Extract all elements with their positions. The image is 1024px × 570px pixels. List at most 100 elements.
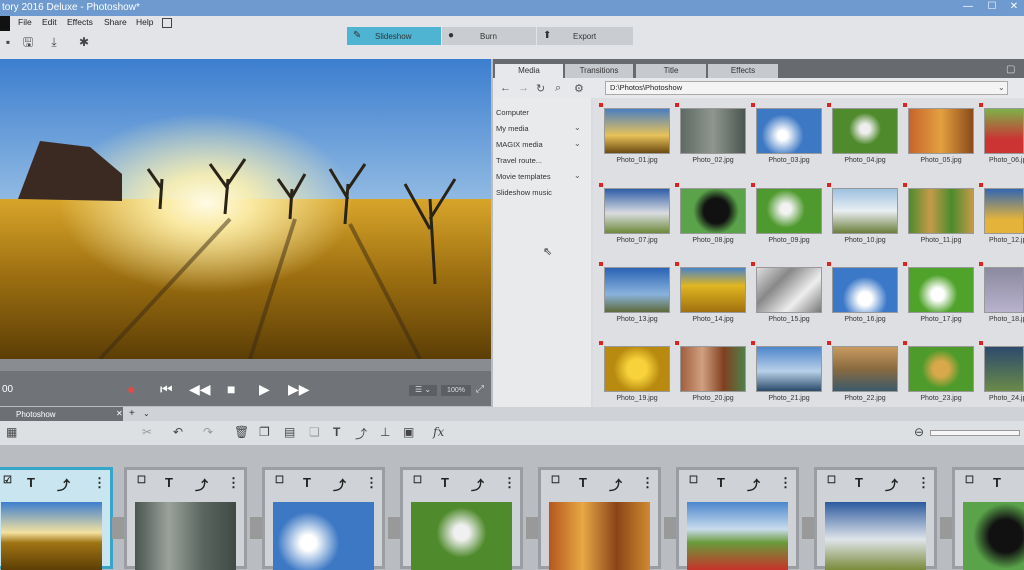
tab-title[interactable]: Title: [636, 64, 706, 78]
tree-item-travel-route[interactable]: Travel route...: [496, 156, 542, 165]
photo-thumb[interactable]: [984, 346, 1024, 392]
photo-thumb[interactable]: [832, 267, 898, 313]
photo-thumb[interactable]: [832, 346, 898, 392]
checkbox-icon[interactable]: ☐: [551, 475, 560, 486]
photo-thumb[interactable]: [908, 108, 974, 154]
transition-slot[interactable]: [526, 517, 538, 539]
photo-thumb[interactable]: [832, 188, 898, 234]
mode-slideshow-tab[interactable]: ✎ Slideshow: [347, 27, 441, 45]
menu-effects[interactable]: Effects: [67, 17, 93, 27]
photo-thumb[interactable]: [680, 346, 746, 392]
photo-thumb[interactable]: [680, 188, 746, 234]
new-project-icon[interactable]: ▪: [0, 34, 16, 50]
checkbox-icon[interactable]: ☐: [965, 475, 974, 486]
transition-slot[interactable]: [664, 517, 676, 539]
checkbox-icon[interactable]: ☐: [689, 475, 698, 486]
photo-thumb[interactable]: [756, 188, 822, 234]
checkbox-icon[interactable]: ☐: [275, 475, 284, 486]
text-tool-icon[interactable]: T: [303, 475, 311, 490]
chevron-down-icon[interactable]: ⌄: [574, 139, 581, 148]
transition-slot[interactable]: [940, 517, 952, 539]
clip-5[interactable]: ☐ T ⤴ ⋮: [538, 467, 661, 570]
duplicate-icon[interactable]: ❏: [309, 425, 320, 439]
storyboard-view-icon[interactable]: ▦: [6, 425, 17, 439]
tree-item-my-media[interactable]: My media: [496, 124, 529, 133]
photo-thumb[interactable]: [604, 267, 670, 313]
clip-1[interactable]: ☑ T ⤴ ⋮: [0, 467, 113, 570]
photo-thumb[interactable]: [908, 346, 974, 392]
refresh-icon[interactable]: ↻: [536, 82, 545, 95]
text-tool-icon[interactable]: T: [855, 475, 863, 490]
checkbox-icon[interactable]: ☑: [3, 475, 12, 486]
timeline-zoom-slider[interactable]: [930, 430, 1020, 436]
photo-thumb[interactable]: [756, 108, 822, 154]
view-mode-dropdown[interactable]: ☰ ⌄: [409, 385, 437, 396]
transition-slot[interactable]: [388, 517, 400, 539]
mode-burn-tab[interactable]: ● Burn: [442, 27, 536, 45]
photo-thumb[interactable]: [908, 267, 974, 313]
photo-thumb[interactable]: [756, 346, 822, 392]
preview-scrub-bar[interactable]: [0, 359, 491, 371]
cut-icon[interactable]: ✂: [142, 425, 152, 439]
rotate-icon[interactable]: ⤴: [355, 425, 367, 442]
transition-slot[interactable]: [112, 517, 124, 539]
tab-effects[interactable]: Effects: [708, 64, 778, 78]
tab-transitions[interactable]: Transitions: [565, 64, 633, 78]
more-options-icon[interactable]: ⋮: [503, 475, 516, 491]
photo-thumb[interactable]: [908, 188, 974, 234]
rotate-icon[interactable]: ⤴: [471, 475, 484, 494]
tree-item-magix-media[interactable]: MAGIX media: [496, 140, 543, 149]
rewind-button[interactable]: ◀◀: [189, 381, 211, 398]
feedback-icon[interactable]: [162, 18, 172, 28]
magic-wand-icon[interactable]: ✱: [76, 34, 92, 50]
checkbox-icon[interactable]: ☐: [413, 475, 422, 486]
text-tool-icon[interactable]: T: [717, 475, 725, 490]
record-button[interactable]: ●: [127, 381, 135, 397]
text-tool-icon[interactable]: T: [333, 425, 340, 439]
tab-media[interactable]: Media: [495, 64, 563, 78]
zoom-out-icon[interactable]: ⊖: [914, 425, 924, 439]
delete-icon[interactable]: 🗑: [234, 425, 249, 439]
undo-icon[interactable]: ↶: [173, 425, 183, 439]
photo-thumb[interactable]: [604, 108, 670, 154]
chevron-down-icon[interactable]: ⌄: [574, 171, 581, 180]
more-options-icon[interactable]: ⋮: [227, 475, 240, 491]
paste-icon[interactable]: ▤: [284, 425, 295, 439]
project-tab-photoshow[interactable]: Photoshow: [0, 407, 123, 421]
more-options-icon[interactable]: ⋮: [917, 475, 930, 491]
chevron-down-icon[interactable]: ⌄: [143, 409, 150, 418]
transition-slot[interactable]: [802, 517, 814, 539]
menu-edit[interactable]: Edit: [42, 17, 57, 27]
menu-share[interactable]: Share: [104, 17, 127, 27]
chevron-down-icon[interactable]: ⌄: [574, 123, 581, 132]
maximize-button[interactable]: ☐: [984, 0, 1000, 14]
redo-icon[interactable]: ↷: [203, 425, 213, 439]
rotate-icon[interactable]: ⤴: [333, 475, 346, 494]
clip-2[interactable]: ☐ T ⤴ ⋮: [124, 467, 247, 570]
clip-6[interactable]: ☐ T ⤴ ⋮: [676, 467, 799, 570]
tree-item-slideshow-music[interactable]: Slideshow music: [496, 188, 552, 197]
stop-button[interactable]: ■: [227, 381, 235, 397]
more-options-icon[interactable]: ⋮: [641, 475, 654, 491]
photo-thumb[interactable]: [680, 108, 746, 154]
align-icon[interactable]: ⊥: [380, 425, 390, 439]
rotate-icon[interactable]: ⤴: [747, 475, 760, 494]
panel-restore-icon[interactable]: ▢: [1006, 64, 1015, 75]
settings-gear-icon[interactable]: ⚙: [574, 82, 584, 95]
more-options-icon[interactable]: ⋮: [779, 475, 792, 491]
fullscreen-icon[interactable]: ⤢: [476, 384, 484, 395]
photo-thumb[interactable]: [680, 267, 746, 313]
path-dropdown-chevron-icon[interactable]: ⌄: [998, 83, 1005, 92]
clip-7[interactable]: ☐ T ⤴ ⋮: [814, 467, 937, 570]
close-button[interactable]: ✕: [1006, 0, 1022, 14]
text-tool-icon[interactable]: T: [441, 475, 449, 490]
mode-export-tab[interactable]: ⬆ Export: [537, 27, 633, 45]
text-tool-icon[interactable]: T: [27, 475, 35, 490]
checkbox-icon[interactable]: ☐: [827, 475, 836, 486]
jump-start-button[interactable]: ⏮: [160, 381, 173, 398]
frame-icon[interactable]: ▣: [403, 425, 414, 439]
clip-3[interactable]: ☐ T ⤴ ⋮: [262, 467, 385, 570]
save-icon[interactable]: 🖫: [20, 34, 36, 50]
photo-thumb[interactable]: [604, 188, 670, 234]
photo-thumb[interactable]: [984, 108, 1024, 154]
